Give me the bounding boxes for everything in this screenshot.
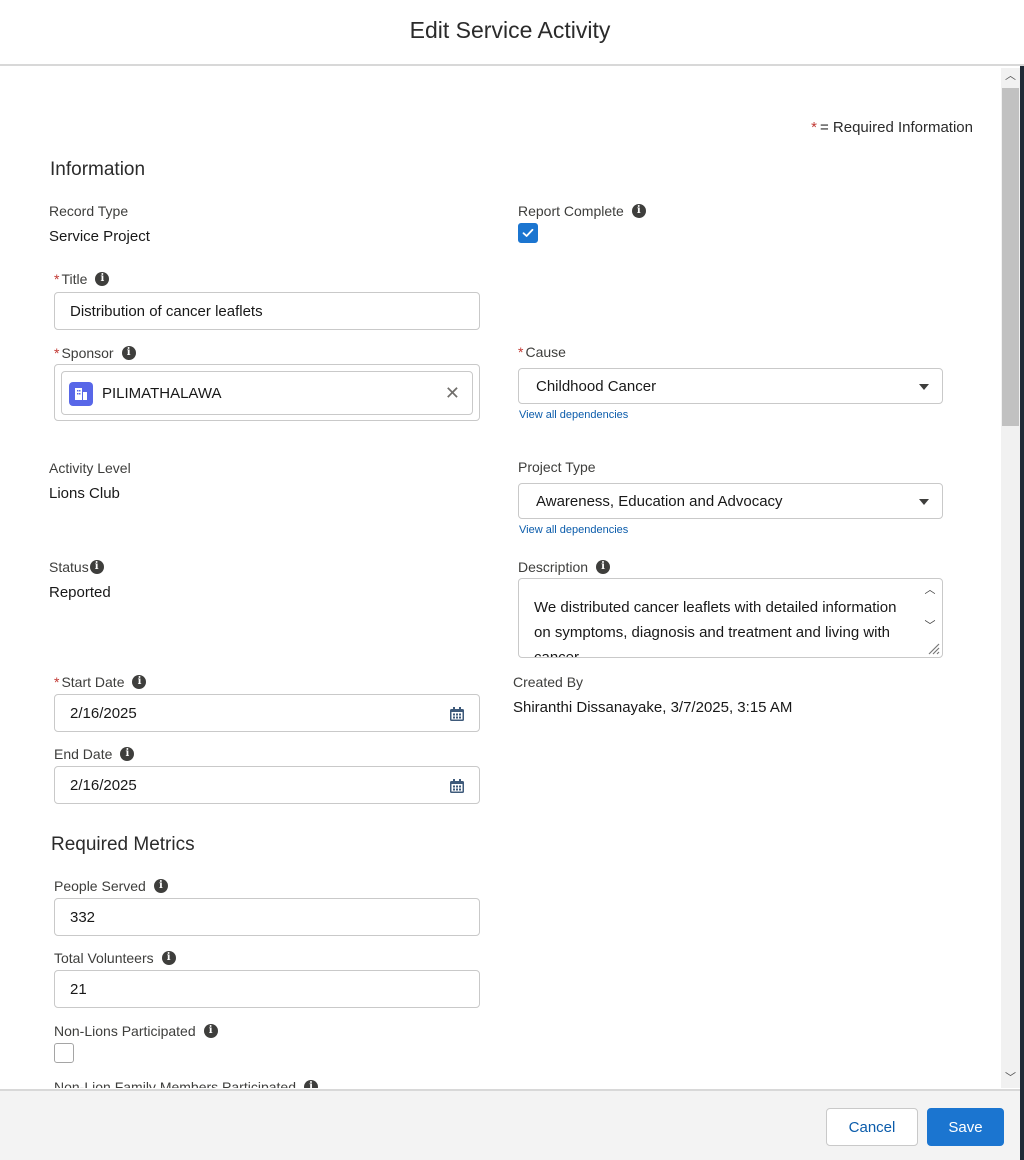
cause-label: * Cause <box>518 344 566 360</box>
required-information-note: * = Required Information <box>811 119 973 136</box>
people-served-input[interactable]: 332 <box>54 898 480 936</box>
project-type-dependencies-link[interactable]: View all dependencies <box>519 524 628 536</box>
report-complete-label: Report Complete i <box>518 203 646 219</box>
info-icon[interactable]: i <box>121 346 136 360</box>
info-icon[interactable]: i <box>161 951 176 965</box>
description-textarea[interactable]: We distributed cancer leaflets with deta… <box>518 578 943 658</box>
report-complete-checkbox[interactable] <box>518 223 538 243</box>
modal-header: Edit Service Activity <box>0 0 1024 66</box>
non-lions-participated-label: Non-Lions Participated i <box>54 1023 218 1039</box>
modal-scrollbar[interactable]: ︿ ﹀ <box>1001 68 1020 1088</box>
end-date-input[interactable]: 2/16/2025 <box>54 766 480 804</box>
chevron-down-icon <box>919 499 929 505</box>
record-type-value: Service Project <box>49 228 150 245</box>
cause-dependencies-link[interactable]: View all dependencies <box>519 409 628 421</box>
info-icon[interactable]: i <box>203 1024 218 1038</box>
account-icon <box>69 382 93 406</box>
cancel-button[interactable]: Cancel <box>826 1108 918 1146</box>
info-icon[interactable]: i <box>596 560 611 574</box>
status-value: Reported <box>49 584 111 601</box>
record-type-label: Record Type <box>49 203 129 219</box>
modal-body[interactable]: * = Required Information Information Reco… <box>0 68 1001 1088</box>
sponsor-label: * Sponsor i <box>54 345 136 361</box>
start-date-input[interactable]: 2/16/2025 <box>54 694 480 732</box>
chevron-down-icon <box>919 384 929 390</box>
clear-selection-icon[interactable]: ✕ <box>445 382 460 404</box>
scroll-down-icon[interactable]: ﹀ <box>924 617 936 633</box>
info-icon[interactable]: i <box>95 272 110 286</box>
scrollbar-thumb[interactable] <box>1002 88 1019 426</box>
project-type-value: Awareness, Education and Advocacy <box>536 492 783 510</box>
info-icon[interactable]: i <box>89 560 104 574</box>
total-volunteers-label: Total Volunteers i <box>54 950 176 966</box>
info-icon[interactable]: i <box>132 675 147 689</box>
info-icon[interactable]: i <box>631 204 646 218</box>
activity-level-value: Lions Club <box>49 485 120 502</box>
required-note-text: = Required Information <box>819 119 973 136</box>
scroll-up-icon[interactable]: ︿ <box>1001 68 1020 84</box>
window-edge <box>1020 0 1024 1160</box>
total-volunteers-input[interactable]: 21 <box>54 970 480 1008</box>
sponsor-pill[interactable]: PILIMATHALAWA ✕ <box>61 371 473 415</box>
description-label: Description i <box>518 559 611 575</box>
status-label: Status i <box>49 559 104 575</box>
start-date-label: * Start Date i <box>54 674 147 690</box>
cause-value: Childhood Cancer <box>536 377 657 395</box>
calendar-icon[interactable] <box>449 706 465 722</box>
created-by-label: Created By <box>513 674 584 690</box>
people-served-label: People Served i <box>54 878 168 894</box>
scroll-up-icon[interactable]: ︿ <box>924 581 936 597</box>
modal-footer: Cancel Save <box>0 1089 1020 1160</box>
description-value: We distributed cancer leaflets with deta… <box>534 599 897 658</box>
resize-handle-icon[interactable] <box>926 641 940 655</box>
end-date-label: End Date i <box>54 746 135 762</box>
non-lions-participated-checkbox[interactable] <box>54 1043 74 1063</box>
sponsor-value: PILIMATHALAWA <box>102 385 222 402</box>
modal-title: Edit Service Activity <box>409 17 611 43</box>
required-star: * <box>811 119 817 136</box>
non-lion-family-members-label: Non-Lion Family Members Participated i <box>54 1079 318 1088</box>
calendar-icon[interactable] <box>449 778 465 794</box>
cause-select[interactable]: Childhood Cancer <box>518 368 943 404</box>
info-icon[interactable]: i <box>303 1080 318 1088</box>
info-icon[interactable]: i <box>120 747 135 761</box>
save-button[interactable]: Save <box>927 1108 1004 1146</box>
project-type-select[interactable]: Awareness, Education and Advocacy <box>518 483 943 519</box>
section-title-information: Information <box>50 159 146 180</box>
section-title-required-metrics: Required Metrics <box>51 834 195 855</box>
title-label: * Title i <box>54 271 110 287</box>
start-date-value: 2/16/2025 <box>70 704 137 722</box>
sponsor-lookup[interactable]: PILIMATHALAWA ✕ <box>54 364 480 421</box>
created-by-value: Shiranthi Dissanayake, 3/7/2025, 3:15 AM <box>513 699 793 716</box>
title-input[interactable]: Distribution of cancer leaflets <box>54 292 480 330</box>
checkmark-icon <box>522 228 534 237</box>
end-date-value: 2/16/2025 <box>70 776 137 794</box>
scroll-down-icon[interactable]: ﹀ <box>1001 1070 1020 1086</box>
activity-level-label: Activity Level <box>49 460 131 476</box>
project-type-label: Project Type <box>518 459 596 475</box>
info-icon[interactable]: i <box>153 879 168 893</box>
